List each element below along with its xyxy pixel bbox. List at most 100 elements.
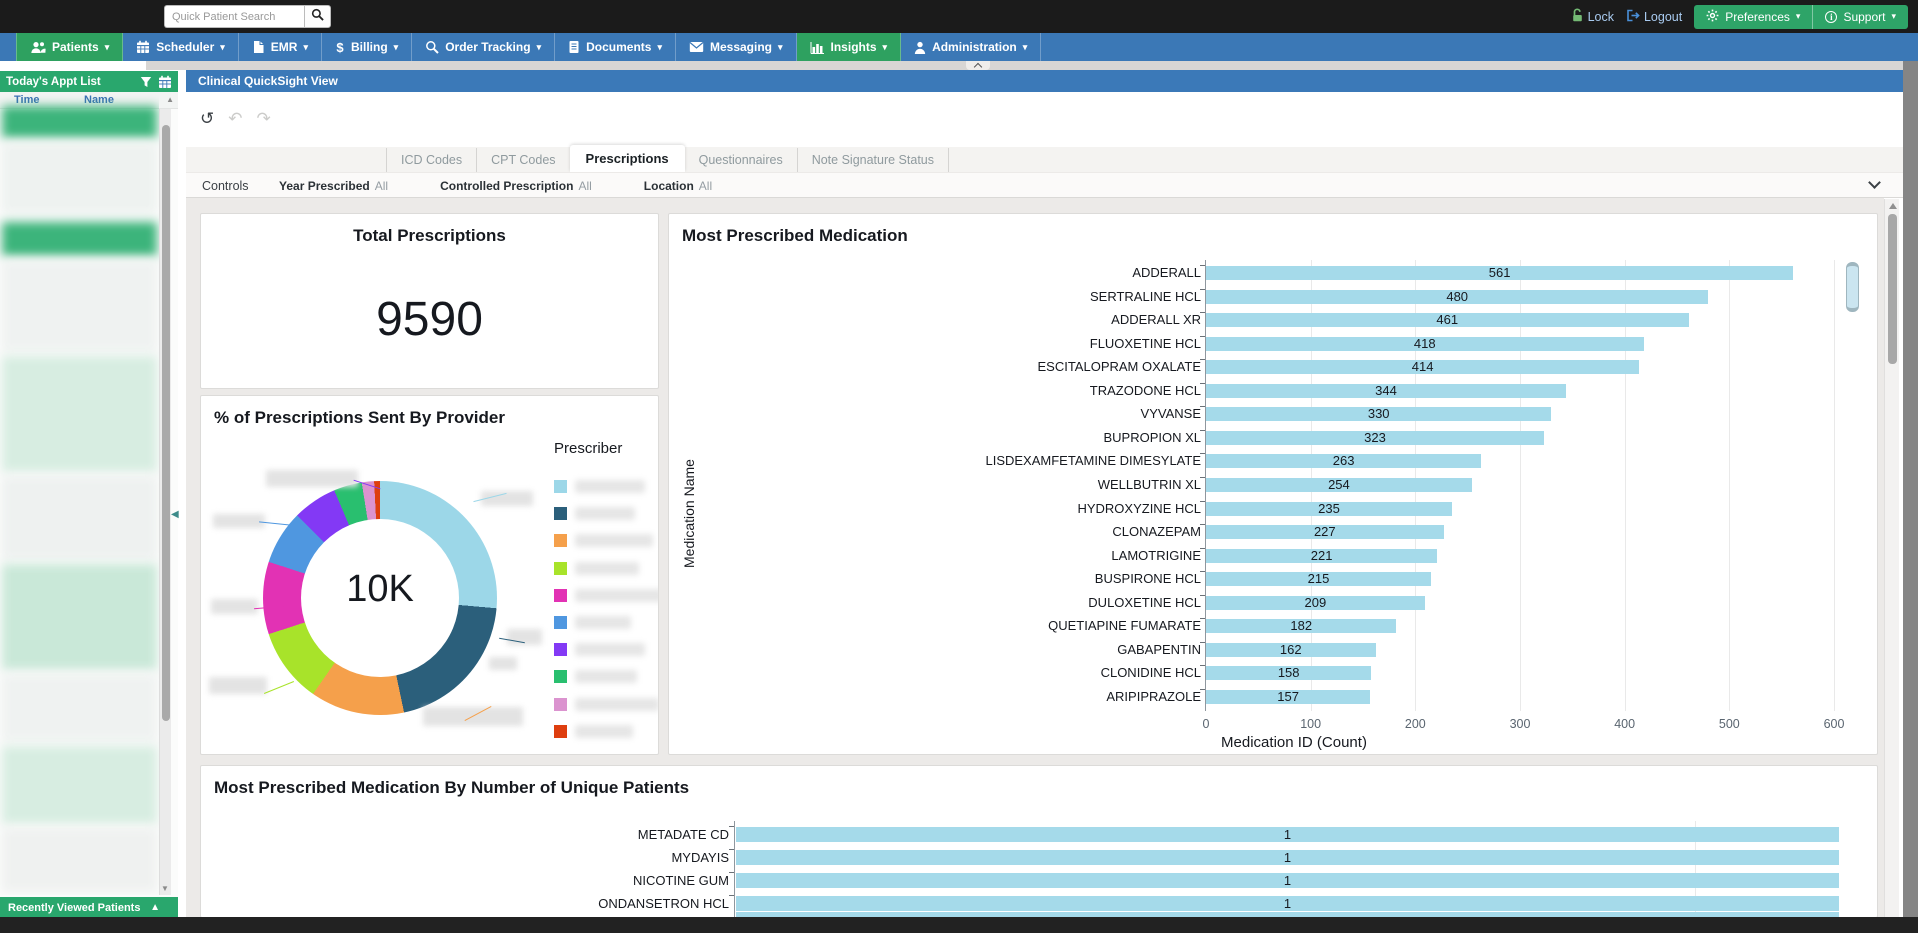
- nav-item-label: Messaging: [710, 40, 772, 54]
- chevron-down-icon: ▾: [303, 43, 308, 52]
- axis-tick: [1200, 524, 1205, 525]
- category-label: NICOTINE GUM: [201, 873, 729, 888]
- legend-item[interactable]: [554, 480, 645, 493]
- chart-scrollbar-thumb[interactable]: [1846, 262, 1859, 312]
- lock-button[interactable]: Lock: [1571, 8, 1614, 25]
- redacted-appointment-row[interactable]: [2, 142, 157, 214]
- tab-icd-codes[interactable]: ICD Codes: [386, 148, 476, 172]
- legend-item[interactable]: [554, 507, 635, 520]
- bar-value-label: 1: [736, 827, 1839, 842]
- axis-tick: [1200, 618, 1205, 619]
- redacted-appointment-row[interactable]: [2, 564, 157, 670]
- reset-icon[interactable]: ↺: [200, 110, 214, 127]
- controls-collapse-icon[interactable]: [1868, 176, 1881, 189]
- dollar-icon: $: [335, 40, 345, 54]
- axis-tick: [1200, 689, 1205, 690]
- filter-controlled-prescription[interactable]: Controlled PrescriptionAll: [440, 179, 592, 193]
- nav-item-messaging[interactable]: Messaging ▾: [676, 33, 797, 61]
- chevron-down-icon: ▾: [657, 43, 662, 52]
- redacted-appointment-row[interactable]: [2, 222, 157, 256]
- nav-item-insights[interactable]: Insights▾: [797, 33, 902, 61]
- axis-tick: [1200, 548, 1205, 549]
- axis-tick: [1200, 383, 1205, 384]
- calendar-icon: [136, 40, 150, 54]
- bottom-bar: [0, 917, 1918, 933]
- logout-button[interactable]: Logout: [1626, 9, 1682, 25]
- category-label: WELLBUTRIN XL: [669, 478, 1201, 492]
- scroll-down-icon[interactable]: ▼: [161, 884, 169, 893]
- nav-item-label: Scheduler: [156, 40, 214, 54]
- tab-prescriptions[interactable]: Prescriptions: [570, 145, 685, 172]
- search-button[interactable]: [304, 5, 331, 28]
- chevron-down-icon: ▾: [778, 43, 783, 52]
- filter-location[interactable]: LocationAll: [644, 179, 712, 193]
- prescriptions-by-provider-card: % of Prescriptions Sent By Provider 10K …: [200, 395, 659, 755]
- calendar-icon[interactable]: [158, 75, 172, 89]
- axis-tick: [1200, 595, 1205, 596]
- tab-questionnaires[interactable]: Questionnaires: [685, 148, 797, 172]
- main-scrollbar[interactable]: [1884, 199, 1899, 917]
- category-label: CLONIDINE HCL: [669, 666, 1201, 680]
- redacted-legend-label: [575, 670, 637, 683]
- nav-item-documents[interactable]: Documents▾: [555, 33, 676, 61]
- nav-item-emr[interactable]: EMR▾: [239, 33, 322, 61]
- legend-item[interactable]: [554, 562, 639, 575]
- category-label: VYVANSE: [669, 407, 1201, 421]
- legend-item[interactable]: [554, 534, 653, 547]
- redacted-appointment-row[interactable]: [2, 674, 157, 742]
- redacted-appointment-row[interactable]: [2, 828, 157, 892]
- info-icon: i: [1825, 11, 1837, 23]
- tab-cpt-codes[interactable]: CPT Codes: [476, 148, 569, 172]
- tabs-band: ICD CodesCPT CodesPrescriptionsQuestionn…: [186, 147, 1903, 172]
- legend-item[interactable]: [554, 589, 659, 602]
- main-scroll-thumb[interactable]: [1888, 214, 1897, 364]
- recently-viewed-patients-bar[interactable]: Recently Viewed Patients ▲: [0, 897, 178, 918]
- redacted-appointment-row[interactable]: [2, 746, 157, 824]
- scroll-up-icon[interactable]: [1889, 203, 1897, 209]
- support-button[interactable]: i Support ▾: [1812, 5, 1908, 29]
- redacted-legend-label: [575, 643, 645, 656]
- quick-patient-search: [164, 5, 331, 28]
- most-prescribed-medication-card: Most Prescribed Medication Medication Na…: [668, 213, 1878, 755]
- nav-item-patients[interactable]: Patients▾: [16, 33, 123, 61]
- category-label: LAMOTRIGINE: [669, 549, 1201, 563]
- redacted-appointment-row[interactable]: [2, 356, 157, 472]
- nav-item-billing[interactable]: $Billing▾: [322, 33, 412, 61]
- collapse-search-tab[interactable]: [966, 61, 990, 70]
- kpi-value: 9590: [201, 292, 658, 347]
- legend-item[interactable]: [554, 725, 633, 738]
- redacted-legend-label: [575, 698, 659, 711]
- x-tick-label: 0: [1184, 717, 1228, 731]
- category-label: ADDERALL: [669, 266, 1201, 280]
- redo-icon[interactable]: ↷: [257, 110, 271, 127]
- preferences-button[interactable]: Preferences ▾: [1694, 5, 1812, 29]
- legend-item[interactable]: [554, 698, 659, 711]
- search-input[interactable]: [164, 5, 304, 28]
- filter-name: Year Prescribed: [279, 179, 370, 193]
- filter-year-prescribed[interactable]: Year PrescribedAll: [279, 179, 388, 193]
- legend-item[interactable]: [554, 616, 631, 629]
- y-axis-line: [734, 821, 735, 918]
- support-label: Support: [1843, 10, 1885, 24]
- nav-item-scheduler[interactable]: Scheduler▾: [123, 33, 239, 61]
- sidebar-scrollbar[interactable]: ▼: [159, 109, 171, 895]
- category-label: ADDERALL XR: [669, 313, 1201, 327]
- axis-tick: [1200, 642, 1205, 643]
- nav-item-administration[interactable]: Administration▾: [901, 33, 1041, 61]
- sidebar-collapse-icon[interactable]: ◀: [171, 509, 179, 520]
- tab-note-signature-status[interactable]: Note Signature Status: [797, 148, 949, 172]
- appointments-sidebar: Today's Appt List Time Name ▲ ▼: [0, 71, 178, 918]
- lock-label: Lock: [1588, 10, 1614, 24]
- undo-icon[interactable]: ↶: [228, 110, 242, 127]
- sidebar-scroll-thumb[interactable]: [162, 125, 170, 721]
- category-label: ARIPIPRAZOLE: [669, 690, 1201, 704]
- bar-value-label: 344: [1206, 384, 1566, 398]
- redacted-appointment-row[interactable]: [2, 476, 157, 560]
- redacted-appointment-row[interactable]: [2, 106, 157, 138]
- scroll-up-icon[interactable]: ▲: [166, 95, 174, 104]
- legend-item[interactable]: [554, 670, 637, 683]
- redacted-appointment-row[interactable]: [2, 260, 157, 352]
- axis-tick: [1200, 265, 1205, 266]
- legend-item[interactable]: [554, 643, 645, 656]
- nav-item-order-tracking[interactable]: Order Tracking▾: [412, 33, 555, 61]
